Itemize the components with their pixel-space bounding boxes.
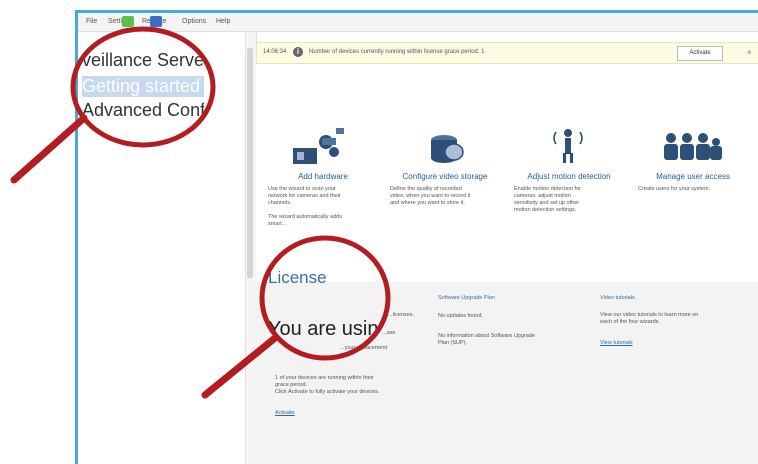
license-text-licenses: ...licenses. <box>388 312 414 318</box>
close-icon[interactable]: × <box>747 48 752 57</box>
nav-item-getting-started[interactable]: Getting started <box>82 76 204 97</box>
license-status: You are usin <box>268 318 379 340</box>
scrollbar-thumb[interactable] <box>247 48 253 278</box>
card-title[interactable]: Adjust motion detection <box>514 172 624 181</box>
green-toolbar-icon[interactable] <box>122 16 134 27</box>
menu-help[interactable]: Help <box>216 18 230 25</box>
nav-item-server[interactable]: veillance Server <box>82 50 204 71</box>
license-text-see: ...see <box>382 330 396 336</box>
license-heading: License <box>268 268 327 287</box>
card-title[interactable]: Add hardware <box>268 172 378 181</box>
license-notification-bar: 14:06:34 i Number of devices currently r… <box>256 42 758 64</box>
card-description: Create users for your system. <box>638 186 711 192</box>
card-description: Define the quality of recorded video, wh… <box>390 186 471 206</box>
activate-button[interactable]: Activate <box>677 46 723 61</box>
info-icon: i <box>293 47 303 57</box>
card-title[interactable]: Manage user access <box>638 172 748 181</box>
menu-file[interactable]: File <box>86 18 97 25</box>
menu-options[interactable]: Options <box>182 18 206 25</box>
card-description: Enable motion detection for cameras, adj… <box>514 186 581 213</box>
tutorials-description: View our video tutorials to learn more o… <box>600 312 699 325</box>
card-title[interactable]: Configure video storage <box>390 172 500 181</box>
card-description: Use the wizard to scan your network for … <box>268 186 342 227</box>
license-grace-text: 1 of your devices are running within the… <box>275 375 380 395</box>
sup-heading: Software Upgrade Plan <box>438 295 495 301</box>
sup-no-updates: No updates found. <box>438 313 483 319</box>
sup-info: No information about Software Upgrade Pl… <box>438 333 535 346</box>
navigation-pane: veillance Server Getting started Advance… <box>78 32 249 464</box>
blue-toolbar-icon[interactable] <box>150 16 162 27</box>
license-text-replacement: ...your replacement soft. <box>340 345 388 358</box>
nav-item-advanced-configuration[interactable]: Advanced Conf <box>82 100 204 121</box>
menu-bar: File Settings Remote Options Help <box>78 13 758 32</box>
tutorials-link[interactable]: View tutorials <box>600 340 633 347</box>
tutorials-heading: Video tutorials <box>600 295 635 301</box>
license-activate-link[interactable]: Activate <box>275 410 295 417</box>
notification-time: 14:06:34 <box>263 49 287 55</box>
info-panel <box>256 282 758 464</box>
notification-message: Number of devices currently running with… <box>309 49 485 55</box>
